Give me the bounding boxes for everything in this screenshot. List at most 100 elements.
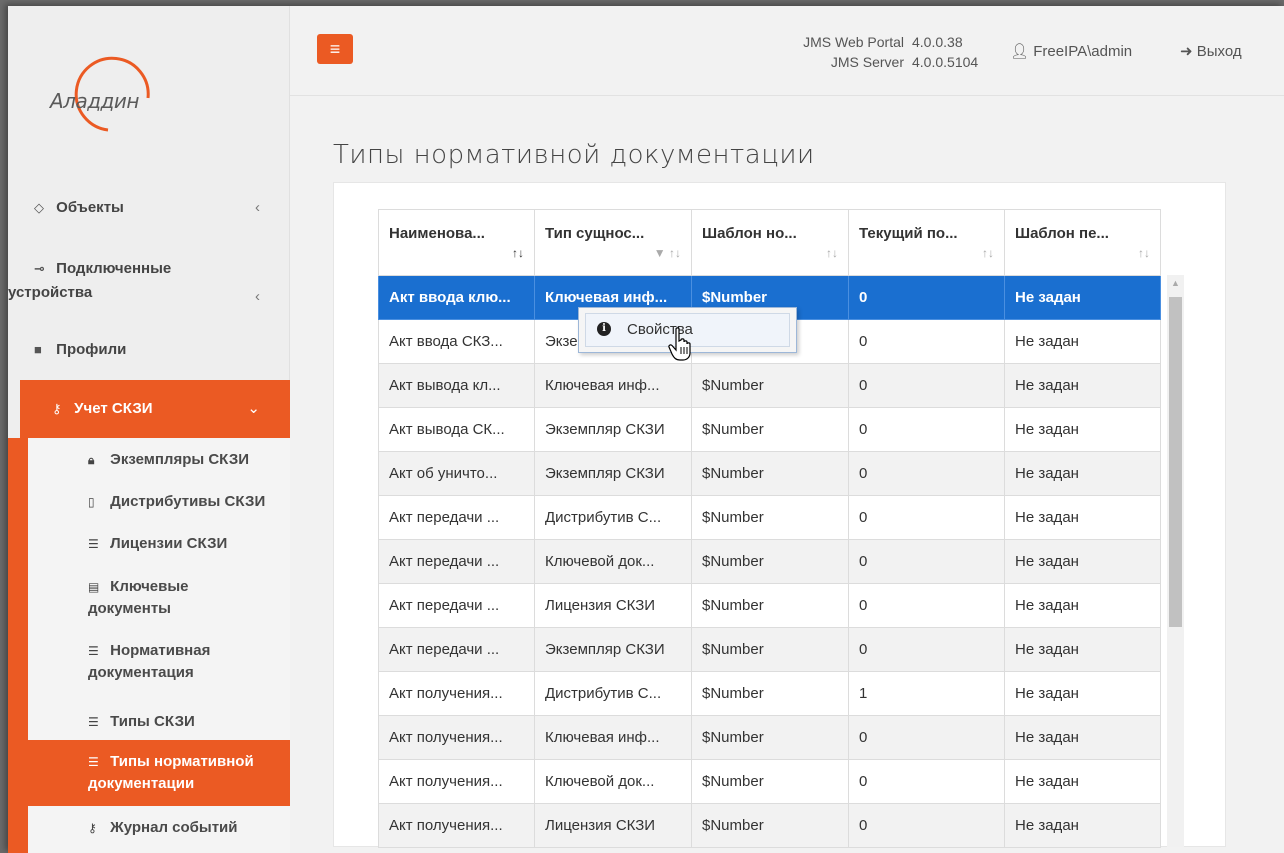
menu-toggle-button[interactable]: ≡ — [317, 34, 353, 64]
logout-label: Выход — [1196, 43, 1242, 60]
table-cell: $Number — [691, 495, 849, 540]
table-row[interactable]: Акт получения... Лицензия СКЗИ $Number 0 Не … — [378, 803, 1161, 848]
logo-text: Аладдин — [50, 89, 139, 113]
table-cell: 0 — [848, 363, 1005, 408]
table-row[interactable]: Акт получения... Дистрибутив С... $Number 1… — [378, 671, 1161, 716]
sidebar-item-devices[interactable]: ⊸ Подключенные устройства ‹ — [8, 257, 290, 305]
table-cell: 0 — [848, 539, 1005, 584]
sidebar-item-skzi-instances[interactable]: 🔒︎ Экземпляры СКЗИ — [28, 449, 290, 471]
table-cell: $Number — [691, 407, 849, 452]
sort-asc-icon: ↑↓ — [512, 246, 524, 260]
table-cell: 1 — [848, 671, 1005, 716]
key-icon: ⚷ — [88, 821, 97, 835]
column-header-number-template[interactable]: Шаблон но... ↑↓ — [691, 209, 849, 276]
table-row[interactable]: Акт вывода кл... Ключевая инф... $Number 0 Н… — [378, 363, 1161, 408]
table-cell: Акт передачи ... — [378, 539, 535, 584]
sign-out-icon: ➜ — [1180, 43, 1193, 60]
file-text-icon: ▤ — [88, 580, 100, 594]
sidebar-item-key-documents[interactable]: ▤ Ключевые документы — [28, 576, 290, 620]
portal-version: 4.0.0.38 — [912, 34, 963, 50]
table-cell: Дистрибутив С... — [534, 671, 692, 716]
table-cell: 0 — [848, 451, 1005, 496]
table-cell: $Number — [691, 759, 849, 804]
user-name: FreeIPA\admin — [1033, 43, 1133, 60]
table-cell: 0 — [848, 759, 1005, 804]
column-header-entity-type[interactable]: Тип сущнос... ▼ ↑↓ — [534, 209, 692, 276]
topbar: ≡ JMS Web Portal 4.0.0.38 JMS Server 4.0.0… — [290, 6, 1284, 96]
list-alt-icon: ☰ — [88, 715, 99, 729]
scroll-up-icon[interactable]: ▲ — [1167, 275, 1184, 292]
table-cell: Акт получения... — [378, 671, 535, 716]
sidebar-item-skzi[interactable]: ⚷ Учет СКЗИ ⌄ — [20, 380, 290, 438]
list-ul-icon: ☰ — [88, 755, 99, 769]
sidebar-item-skzi-types[interactable]: ☰ Типы СКЗИ — [28, 711, 290, 733]
table-cell: Акт вывода кл... — [378, 363, 535, 408]
table-cell: Не задан — [1004, 627, 1161, 672]
table-cell: Ключевой док... — [534, 759, 692, 804]
sidebar-item-objects[interactable]: ◇ Объекты ‹ — [8, 199, 290, 216]
sort-icon: ↑↓ — [826, 246, 838, 260]
sidebar-item-skzi-licenses[interactable]: ☰ Лицензии СКЗИ — [28, 533, 290, 555]
table-scrollbar[interactable]: ▲ — [1167, 275, 1184, 847]
table-row[interactable]: Акт передачи ... Дистрибутив С... $Number 0… — [378, 495, 1161, 540]
sidebar-item-profiles[interactable]: ■ Профили — [8, 341, 290, 358]
sidebar-item-label-2: документы — [88, 600, 171, 617]
list-icon: ☰ — [88, 537, 99, 551]
table-cell: Не задан — [1004, 539, 1161, 584]
usb-icon: ⊸ — [34, 261, 45, 276]
table-cell: Экземпляр СКЗИ — [534, 407, 692, 452]
table-cell: $Number — [691, 671, 849, 716]
sidebar-item-skzi-distributions[interactable]: ▯ Дистрибутивы СКЗИ — [28, 491, 290, 513]
logout-link[interactable]: ➜ Выход — [1180, 42, 1242, 60]
column-header-name[interactable]: Наименова... ↑↓ — [378, 209, 535, 276]
table-row[interactable]: Акт вывода СК... Экземпляр СКЗИ $Number 0 Не… — [378, 407, 1161, 452]
sidebar-item-label: Нормативная — [110, 642, 211, 659]
sidebar-item-label-2: документации — [88, 775, 195, 792]
submenu-accent-bar — [8, 438, 28, 853]
table-row[interactable]: Акт передачи ... Экземпляр СКЗИ $Number 0 Не… — [378, 627, 1161, 672]
sidebar-item-label: Ключевые — [110, 578, 189, 595]
sidebar-item-normative-doc-types[interactable]: ☰ Типы нормативной документации — [28, 740, 290, 806]
table-cell: $Number — [691, 715, 849, 760]
server-label: JMS Server — [830, 54, 904, 70]
logo: Аладдин — [50, 54, 160, 134]
table-cell: Акт вывода СК... — [378, 407, 535, 452]
scroll-thumb[interactable] — [1169, 297, 1182, 627]
table-cell: $Number — [691, 363, 849, 408]
table-cell: $Number — [691, 803, 849, 848]
table-row[interactable]: Акт об уничто... Экземпляр СКЗИ $Number 0 Не… — [378, 451, 1161, 496]
table-cell: Не задан — [1004, 759, 1161, 804]
sidebar-item-event-log[interactable]: ⚷ Журнал событий — [28, 817, 290, 839]
table-cell: 0 — [848, 803, 1005, 848]
sidebar-item-label: Типы СКЗИ — [110, 713, 195, 730]
filter-sort-icon: ▼ ↑↓ — [653, 246, 681, 260]
diamond-icon: ◇ — [34, 200, 44, 215]
page-title: Типы нормативной документации — [333, 140, 815, 170]
table-cell: 0 — [848, 627, 1005, 672]
server-version: 4.0.0.5104 — [912, 54, 979, 70]
table-cell: Акт передачи ... — [378, 627, 535, 672]
sidebar-item-label: Объекты — [56, 199, 124, 216]
table-row[interactable]: Акт получения... Ключевая инф... $Number 0 Н… — [378, 715, 1161, 760]
sidebar-item-label-2: документация — [88, 664, 194, 681]
column-header-template[interactable]: Шаблон пе... ↑↓ — [1004, 209, 1161, 276]
table-cell: Не задан — [1004, 363, 1161, 408]
column-header-current-number[interactable]: Текущий по... ↑↓ — [848, 209, 1005, 276]
sidebar-item-normative-docs[interactable]: ☰ Нормативная документация — [28, 640, 290, 684]
table-cell: $Number — [691, 583, 849, 628]
sidebar-item-label-2: устройства — [8, 284, 93, 301]
user-menu[interactable]: 👤︎ FreeIPA\admin — [1010, 42, 1132, 60]
table-cell: Не задан — [1004, 495, 1161, 540]
file-archive-icon: ▯ — [88, 495, 95, 509]
table-cell: Акт об уничто... — [378, 451, 535, 496]
user-icon: 👤︎ — [1010, 43, 1030, 60]
table-cell: Не задан — [1004, 715, 1161, 760]
sidebar-item-label: Профили — [56, 341, 127, 358]
sidebar-item-label: Типы нормативной — [110, 753, 254, 770]
table-row[interactable]: Акт передачи ... Лицензия СКЗИ $Number 0 Не … — [378, 583, 1161, 628]
table-row[interactable]: Акт передачи ... Ключевой док... $Number 0 Н… — [378, 539, 1161, 584]
table-cell: Не задан — [1004, 407, 1161, 452]
table-cell: Акт получения... — [378, 715, 535, 760]
table-row[interactable]: Акт получения... Ключевой док... $Number 0 Н… — [378, 759, 1161, 804]
list-icon: ☰ — [88, 644, 99, 658]
